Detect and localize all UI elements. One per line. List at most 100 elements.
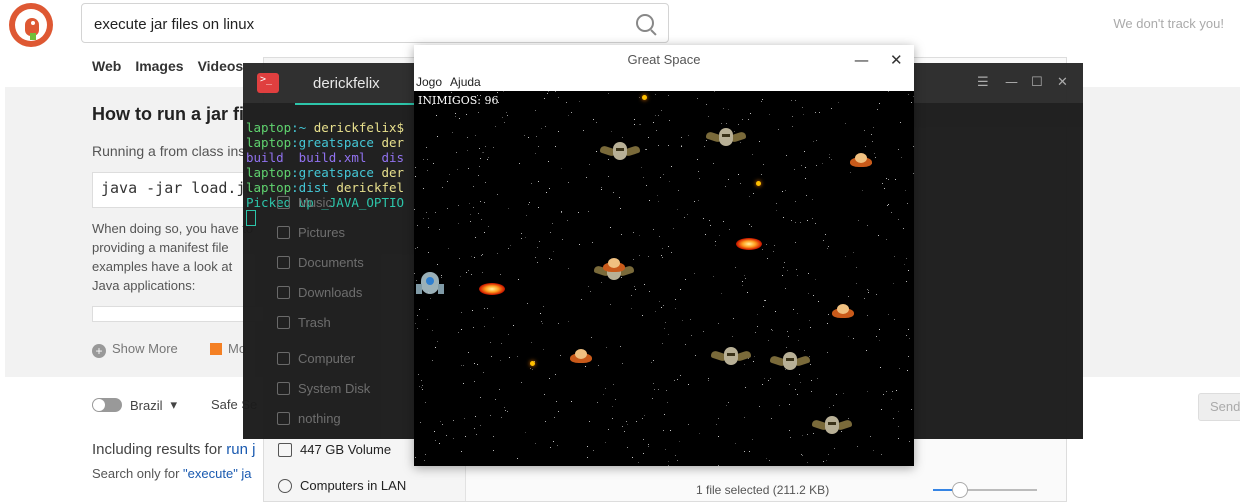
maximize-icon[interactable]: ☐ <box>1031 75 1043 90</box>
star <box>658 115 659 116</box>
search-input[interactable] <box>92 12 616 36</box>
source-link[interactable]: Mo <box>210 341 246 356</box>
duckduckgo-logo[interactable] <box>9 3 53 47</box>
star <box>894 319 895 320</box>
star <box>653 122 654 123</box>
tab-web[interactable]: Web <box>92 58 121 74</box>
star <box>586 177 587 178</box>
sidebar-item-music[interactable]: Music <box>277 195 332 210</box>
tab-images[interactable]: Images <box>135 58 183 74</box>
trash-icon <box>277 316 290 329</box>
star <box>544 394 545 395</box>
enemy-counter: INIMIGOS: 96 <box>418 94 499 107</box>
star <box>417 247 418 248</box>
sidebar-item-computer[interactable]: Computer <box>277 351 355 366</box>
star <box>620 208 621 209</box>
star <box>888 91 889 92</box>
sidebar-item-system-disk[interactable]: System Disk <box>277 381 370 396</box>
search-box[interactable] <box>81 3 669 43</box>
star <box>798 340 799 341</box>
terminal-tab[interactable]: derickfelix <box>295 63 415 105</box>
star <box>415 248 416 249</box>
star <box>794 169 795 170</box>
close-icon[interactable]: ✕ <box>1057 75 1068 90</box>
star <box>783 217 784 218</box>
star <box>718 465 719 466</box>
menu-ajuda[interactable]: Ajuda <box>450 75 481 91</box>
sidebar-item-label: Pictures <box>298 225 345 240</box>
star <box>593 450 594 451</box>
menu-icon[interactable]: ☰ <box>977 75 989 90</box>
star <box>790 437 791 438</box>
star <box>508 208 509 209</box>
star <box>695 355 696 356</box>
star <box>782 191 783 192</box>
sidebar-item-pictures[interactable]: Pictures <box>277 225 345 240</box>
search-only-prefix: Search only for <box>92 466 184 481</box>
star <box>475 135 476 136</box>
prompt-user: der <box>373 165 405 180</box>
star <box>831 108 832 109</box>
star <box>716 424 717 425</box>
tab-videos[interactable]: Videos <box>198 58 244 74</box>
star <box>751 226 752 227</box>
star <box>427 159 428 160</box>
minimize-icon[interactable]: — <box>1005 75 1018 90</box>
star <box>909 338 910 339</box>
region-toggle[interactable] <box>92 398 122 412</box>
star <box>571 401 572 402</box>
close-icon[interactable]: ✕ <box>890 51 903 69</box>
star <box>643 177 644 178</box>
zoom-slider-knob[interactable] <box>952 482 968 498</box>
star <box>845 123 846 124</box>
star <box>536 136 537 137</box>
answer-title[interactable]: How to run a jar fi <box>92 104 244 125</box>
star <box>484 326 485 327</box>
game-window[interactable]: Great Space — ✕ Jogo Ajuda INIMIGOS: 96 <box>414 45 914 466</box>
answer-line: Java applications: <box>92 278 196 293</box>
sidebar-item-computers-in-lan[interactable]: Computers in LAN <box>278 478 406 493</box>
star <box>493 97 494 98</box>
minimize-icon[interactable]: — <box>854 51 869 69</box>
star <box>905 190 906 191</box>
star <box>899 368 900 369</box>
star <box>848 336 849 337</box>
game-window-title: Great Space <box>627 52 701 67</box>
sidebar-item-downloads[interactable]: Downloads <box>277 285 362 300</box>
star <box>661 255 662 256</box>
sidebar-item-documents[interactable]: Documents <box>277 255 364 270</box>
region-selector[interactable]: Brazil ▾ <box>92 397 177 413</box>
region-label: Brazil <box>130 397 163 413</box>
star <box>655 94 656 95</box>
send-feedback-button[interactable]: Send <box>1198 393 1240 421</box>
zoom-slider[interactable] <box>933 482 1037 498</box>
star <box>719 235 720 236</box>
game-canvas[interactable]: INIMIGOS: 96 <box>414 91 914 466</box>
star <box>466 114 467 115</box>
star <box>634 119 635 120</box>
star <box>768 340 769 341</box>
star <box>634 286 635 287</box>
star <box>771 329 772 330</box>
sidebar-item-trash[interactable]: Trash <box>277 315 331 330</box>
star <box>424 460 425 461</box>
star <box>653 360 654 361</box>
star <box>489 103 490 104</box>
star <box>868 290 869 291</box>
sidebar-item-nothing[interactable]: nothing <box>277 411 341 426</box>
star <box>703 218 704 219</box>
fireball <box>736 238 762 250</box>
search-only-link[interactable]: "execute" ja <box>183 466 252 481</box>
star <box>535 110 536 111</box>
star <box>819 112 820 113</box>
star <box>426 212 427 213</box>
search-icon[interactable] <box>636 14 654 32</box>
downloads-icon <box>277 286 290 299</box>
show-more-button[interactable]: + Show More <box>92 341 178 358</box>
sidebar-item-447gb[interactable]: 447 GB Volume <box>278 442 391 457</box>
spark <box>756 181 761 186</box>
including-link[interactable]: run j <box>226 441 255 458</box>
star <box>662 257 663 258</box>
star <box>684 217 685 218</box>
menu-jogo[interactable]: Jogo <box>416 75 442 91</box>
